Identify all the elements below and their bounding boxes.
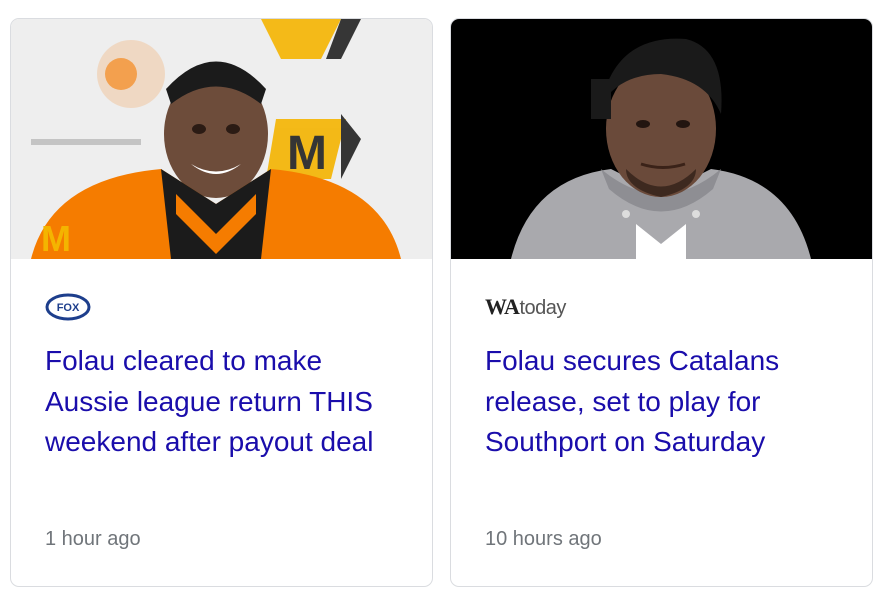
news-source: WAtoday — [485, 289, 566, 325]
player-photo-hoodie — [451, 19, 872, 259]
news-timestamp: 10 hours ago — [485, 528, 602, 550]
news-thumbnail[interactable]: M M — [11, 19, 432, 259]
news-carousel: M M FOX Folau cleared to make Aussie lea… — [10, 18, 876, 588]
news-source: FOX — [45, 289, 91, 325]
news-headline[interactable]: Folau secures Catalans release, set to p… — [485, 341, 845, 463]
news-thumbnail[interactable] — [451, 19, 872, 259]
news-headline[interactable]: Folau cleared to make Aussie league retu… — [45, 341, 405, 463]
fox-sports-logo-icon: FOX — [45, 293, 91, 321]
watoday-logo-icon: WAtoday — [485, 294, 566, 319]
svg-text:M: M — [41, 218, 71, 259]
svg-text:FOX: FOX — [57, 302, 80, 314]
player-photo-tigers: M M — [11, 19, 432, 259]
news-card-2[interactable]: WAtoday Folau secures Catalans release, … — [450, 18, 873, 587]
news-card-1[interactable]: M M FOX Folau cleared to make Aussie lea… — [10, 18, 433, 587]
news-timestamp: 1 hour ago — [45, 528, 141, 550]
